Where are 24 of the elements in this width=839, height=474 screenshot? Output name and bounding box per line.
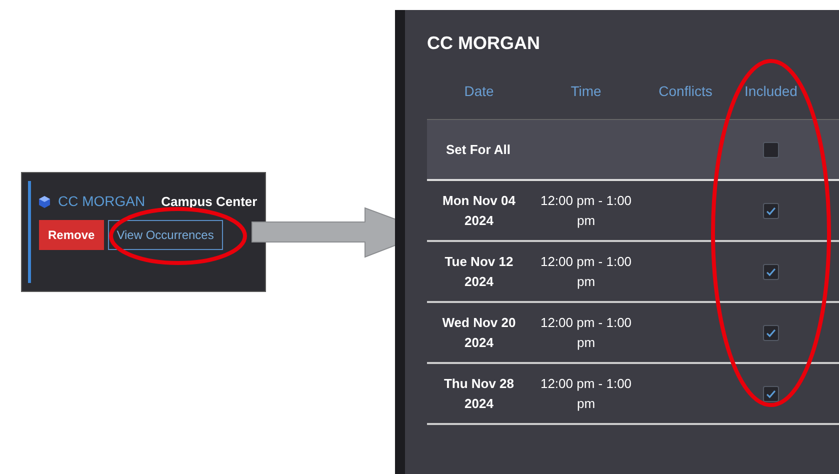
time-text: 12:00 pm - 1:00 pm [539, 375, 633, 413]
view-occurrences-button[interactable]: View Occurrences [108, 220, 223, 250]
time-text: 12:00 pm - 1:00 pm [539, 192, 633, 230]
column-header[interactable]: Date [427, 81, 531, 119]
checkbox[interactable] [763, 386, 779, 402]
column-header[interactable]: Conflicts [641, 81, 730, 119]
remove-button[interactable]: Remove [39, 220, 104, 250]
column-header[interactable]: Included [730, 81, 812, 119]
date-text: Wed Nov 20 2024 [441, 314, 517, 352]
checkbox[interactable] [763, 324, 779, 340]
event-name[interactable]: CC MORGAN [58, 191, 146, 212]
location-text: Campus Center [161, 192, 258, 211]
time-text: 12:00 pm - 1:00 pm [539, 253, 633, 291]
checkbox[interactable] [763, 202, 779, 218]
dialog-title: CC MORGAN [427, 32, 541, 55]
date-text: Thu Nov 28 2024 [442, 375, 516, 412]
checkbox[interactable] [763, 264, 779, 280]
date-text: Mon Nov 04 2024 [442, 192, 516, 230]
date-text: Tue Nov 12 2024 [444, 253, 514, 290]
column-header[interactable]: Time [531, 81, 641, 119]
set-for-all-label: Set For All [445, 140, 512, 159]
checkbox[interactable] [763, 142, 779, 158]
time-text: 12:00 pm - 1:00 pm [539, 314, 633, 352]
cube-icon [39, 196, 50, 208]
